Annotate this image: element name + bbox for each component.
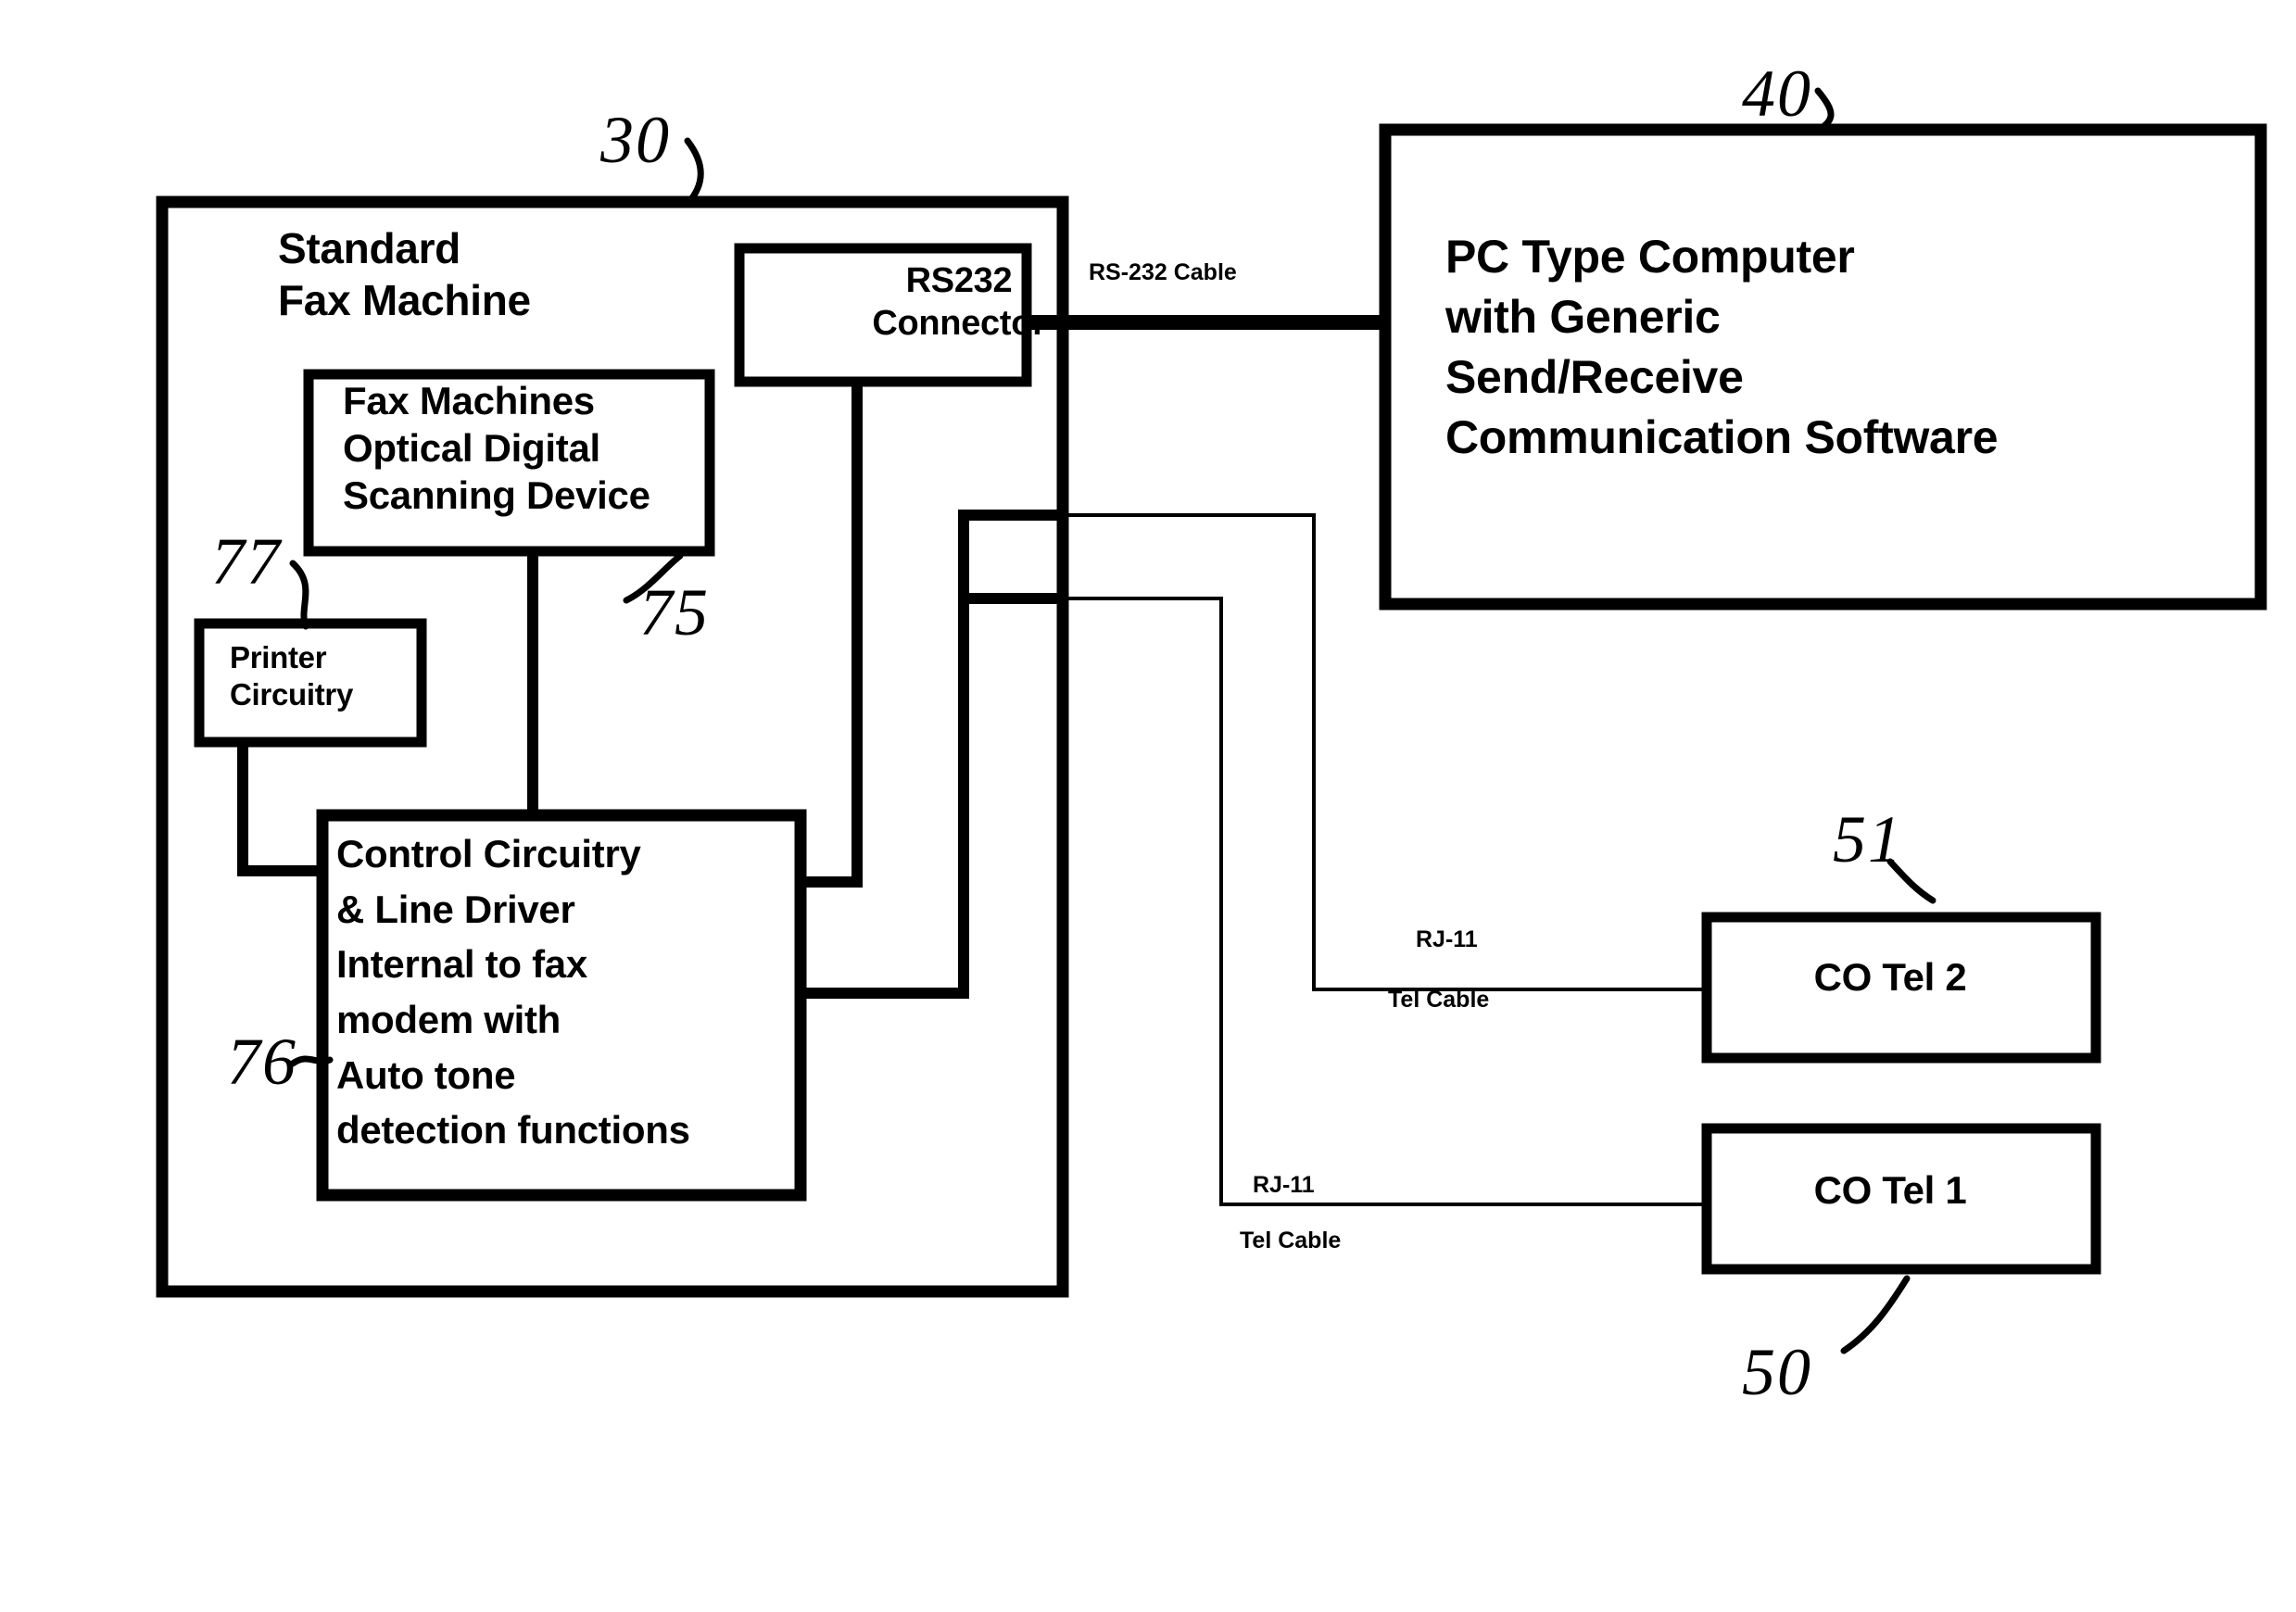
wire-control-to-telline-upper xyxy=(801,510,1064,999)
reference-numeral-40: 40 xyxy=(1742,57,1812,131)
leader-30-curl xyxy=(684,137,704,208)
patent-figure-page: Standard Fax Machine Fax Machines Optica… xyxy=(0,0,2296,1612)
control-circuitry-label: Control Circuitry & Line Driver Internal… xyxy=(336,832,690,1152)
tel-cable-lower-line xyxy=(1064,597,1707,1206)
pc-computer-label: PC Type Computer with Generic Send/Recei… xyxy=(1445,231,1999,463)
printer-circuitry-label: Printer Circuitry xyxy=(230,640,354,712)
reference-numeral-77: 77 xyxy=(211,524,282,598)
leader-76-curl xyxy=(289,1055,334,1067)
reference-numeral-51: 51 xyxy=(1833,802,1903,876)
wire-printer-to-control xyxy=(237,742,326,876)
reference-numeral-76: 76 xyxy=(227,1025,297,1099)
rj11-lower-label: RJ-11 xyxy=(1253,1172,1315,1198)
co-tel-1-label: CO Tel 1 xyxy=(1813,1168,1967,1212)
rj11-upper-label: RJ-11 xyxy=(1416,926,1478,952)
wire-rs232-to-control xyxy=(801,382,863,888)
leader-50-curl xyxy=(1840,1275,1911,1354)
leader-77-curl xyxy=(289,560,309,630)
reference-numeral-50: 50 xyxy=(1742,1335,1812,1409)
rs232-connector-label: RS232 Connector xyxy=(872,261,1046,344)
reference-numeral-30: 30 xyxy=(600,103,671,177)
tel-cable-upper-label: Tel Cable xyxy=(1388,987,1490,1013)
co-tel-2-label: CO Tel 2 xyxy=(1813,955,1967,999)
fax-machine-label: Standard Fax Machine xyxy=(278,224,531,325)
tel-cable-lower-label: Tel Cable xyxy=(1240,1228,1342,1253)
scanning-device-label: Fax Machines Optical Digital Scanning De… xyxy=(343,379,650,517)
rs232-cable-label: RS-232 Cable xyxy=(1089,259,1237,285)
reference-numeral-75: 75 xyxy=(639,575,710,649)
